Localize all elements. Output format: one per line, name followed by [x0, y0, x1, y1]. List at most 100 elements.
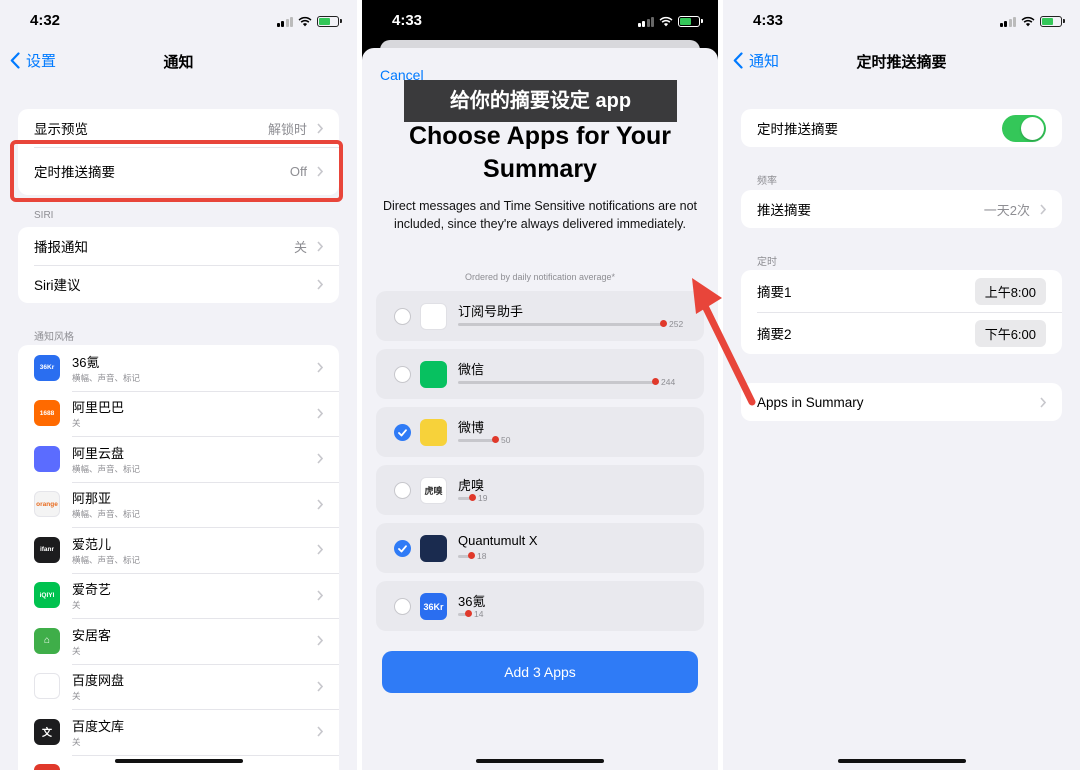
app-icon: 文	[34, 718, 60, 745]
checked-radio[interactable]	[394, 540, 411, 557]
app-pick-row[interactable]: 微信 244	[376, 349, 704, 399]
app-row[interactable]: 文百度文库关	[18, 709, 339, 755]
checkmark-icon	[398, 544, 407, 552]
unchecked-radio[interactable]	[394, 482, 411, 499]
chevron-right-icon	[317, 726, 323, 737]
app-name: 阿里巴巴	[72, 400, 125, 416]
choose-apps-sheet: Cancel Choose Apps for Your Summary 给你的摘…	[362, 48, 718, 770]
notifications-screen: 4:32 设置 通知 显示预览 解锁时 定时推送摘要 Off SIRI 播报通知…	[0, 0, 357, 770]
sort-note: Ordered by daily notification average*	[464, 272, 616, 282]
siri-section-header: SIRI	[34, 210, 54, 221]
volume-marker	[468, 552, 475, 559]
app-icon	[420, 419, 447, 446]
row-label: 定时推送摘要	[757, 122, 838, 137]
delivery-frequency-row[interactable]: 推送摘要 一天2次	[741, 190, 1062, 228]
app-pick-row[interactable]: 微博 50	[376, 407, 704, 457]
sheet-title-line1: Choose Apps for Your	[408, 122, 672, 150]
app-icon	[420, 361, 447, 388]
app-name: 百度网盘	[72, 673, 125, 689]
app-row[interactable]: 1688 阿里巴巴关	[18, 390, 339, 437]
checkmark-icon	[398, 428, 407, 436]
app-row[interactable]: orange 阿那亚 横幅、声音、标记	[18, 481, 339, 528]
nav-bar: 通知 定时推送摘要	[723, 44, 1080, 76]
sheet-description: Direct messages and Time Sensitive notif…	[382, 199, 698, 231]
app-icon	[34, 445, 60, 472]
wifi-icon	[1021, 16, 1035, 26]
row-label: 摘要2	[757, 327, 792, 342]
notification-count: 252	[669, 319, 684, 329]
app-icon: ⌂	[34, 627, 60, 654]
chevron-right-icon	[317, 122, 323, 134]
app-alert-style: 关	[72, 736, 81, 747]
status-time: 4:33	[392, 12, 423, 29]
cellular-signal-icon	[276, 16, 293, 27]
row-label: 摘要1	[757, 285, 792, 300]
app-alert-style: 关	[72, 645, 81, 656]
home-indicator	[837, 759, 966, 763]
chevron-right-icon	[317, 278, 323, 290]
status-bar: 4:32	[0, 0, 357, 40]
unchecked-radio[interactable]	[394, 598, 411, 615]
home-indicator	[476, 759, 604, 763]
app-row[interactable]: 阿里云盘 横幅、声音、标记	[18, 436, 339, 482]
app-pick-row[interactable]: 订阅号助手 252	[376, 291, 704, 341]
summary-1-time-picker[interactable]: 上午8:00	[974, 277, 1046, 305]
announce-notifications-row[interactable]: 播报通知 关	[18, 227, 339, 265]
notification-count: 14	[474, 609, 484, 619]
page-title: 定时推送摘要	[856, 54, 947, 71]
status-bar: 4:33	[723, 0, 1080, 40]
unchecked-radio[interactable]	[394, 366, 411, 383]
app-icon	[420, 303, 447, 330]
app-name: 订阅号助手	[458, 304, 524, 319]
battery-icon	[678, 15, 703, 27]
summary-2-time-picker[interactable]: 下午6:00	[974, 319, 1046, 347]
notification-volume-bar	[458, 439, 495, 442]
checked-radio[interactable]	[394, 424, 411, 441]
chevron-right-icon	[317, 544, 323, 555]
app-icon	[34, 673, 60, 700]
row-value: 一天2次	[983, 202, 1030, 218]
add-apps-button[interactable]: Add 3 Apps	[382, 651, 698, 693]
siri-group: 播报通知 关 Siri建议	[18, 227, 339, 303]
app-icon	[420, 535, 447, 562]
app-pick-row[interactable]: 虎嗅 虎嗅 19	[376, 465, 704, 515]
chevron-right-icon	[317, 453, 323, 464]
volume-marker	[660, 320, 667, 327]
siri-suggestions-row[interactable]: Siri建议	[18, 265, 339, 303]
cellular-signal-icon	[999, 16, 1016, 27]
style-section-header: 通知风格	[34, 332, 74, 343]
sheet-title-line2: Summary	[483, 155, 597, 183]
volume-marker	[469, 494, 476, 501]
unchecked-radio[interactable]	[394, 308, 411, 325]
row-value: 关	[293, 239, 307, 255]
app-alert-style: 横幅、声音、标记	[72, 554, 141, 565]
chevron-right-icon	[1040, 203, 1046, 215]
app-row[interactable]: iQIYI 爱奇艺关	[18, 572, 339, 619]
app-row[interactable]: 36Kr 36氪 横幅、声音、标记	[18, 345, 339, 391]
scheduled-summary-toggle-row: 定时推送摘要	[741, 109, 1062, 147]
row-label: 推送摘要	[757, 203, 811, 218]
chevron-right-icon	[317, 407, 323, 419]
app-name: Quantumult X	[458, 533, 538, 548]
chevron-right-icon	[317, 362, 323, 373]
app-alert-style: 横幅、声音、标记	[72, 509, 141, 520]
app-row[interactable]: ⌂ 安居客关	[18, 618, 339, 664]
app-icon: ifanr	[34, 536, 60, 563]
apps-in-summary-row[interactable]: Apps in Summary	[741, 383, 1062, 421]
chevron-right-icon	[317, 240, 323, 252]
app-row[interactable]: ifanr 爱范儿 横幅、声音、标记	[18, 527, 339, 573]
app-pick-row[interactable]: Quantumult X 18	[376, 523, 704, 573]
frequency-group: 推送摘要 一天2次	[741, 190, 1062, 228]
annotation-label: 给你的摘要设定 app	[404, 80, 677, 122]
app-name: 微信	[458, 362, 485, 377]
chevron-right-icon	[317, 589, 323, 601]
app-row[interactable]: 百度网盘关	[18, 663, 339, 710]
notification-count: 244	[661, 377, 676, 387]
app-pick-row[interactable]: 36Kr 36氪 14	[376, 581, 704, 631]
app-alert-style: 关	[72, 600, 81, 611]
schedule-section-header: 定时	[757, 257, 777, 268]
scheduled-summary-screen: 4:33 通知 定时推送摘要 定时推送摘要 频率 推送摘要 一天2次 定时 摘要…	[723, 0, 1080, 770]
chevron-right-icon	[317, 498, 323, 510]
scheduled-summary-toggle[interactable]	[1002, 114, 1046, 142]
sheet-title: Choose Apps for Your Summary	[382, 120, 698, 186]
